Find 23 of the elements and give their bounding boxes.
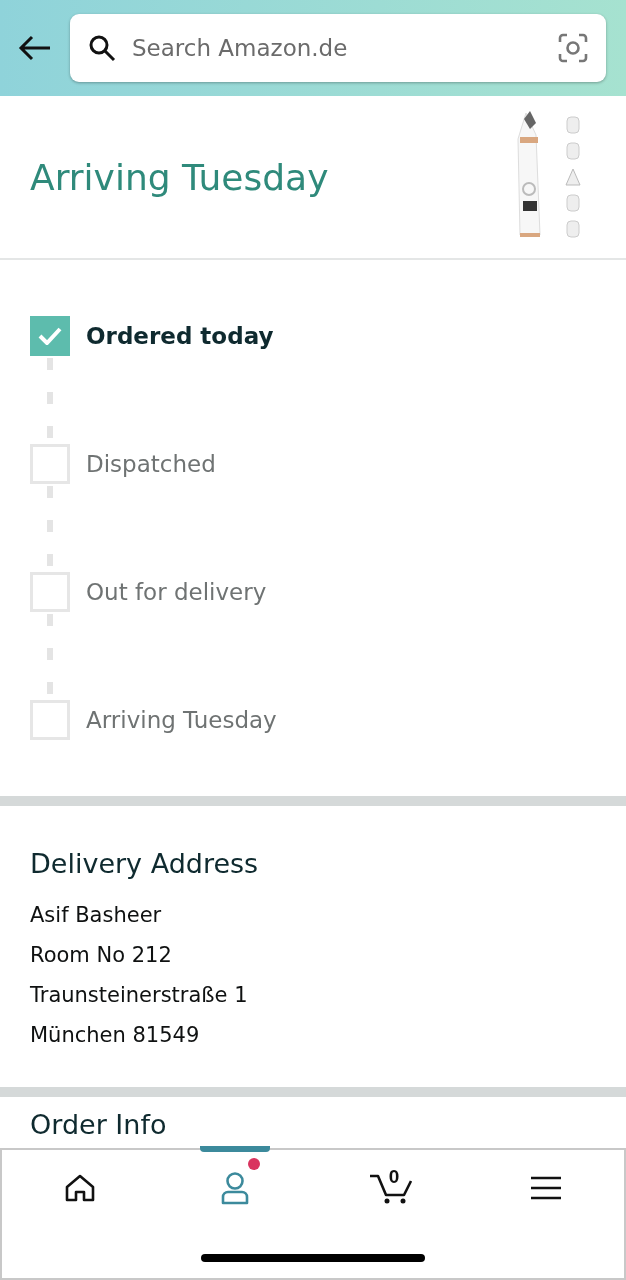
step-label: Arriving Tuesday — [86, 707, 277, 733]
search-field[interactable]: Search Amazon.de — [70, 14, 606, 82]
section-title: Order Info — [30, 1109, 168, 1140]
address-line: Traunsteinerstraße 1 — [30, 982, 249, 1009]
menu-icon — [530, 1176, 563, 1200]
search-input[interactable]: Search Amazon.de — [130, 34, 544, 62]
home-icon — [63, 1173, 96, 1203]
selected-indicator — [200, 1146, 271, 1152]
cart-count: 0 — [388, 1166, 400, 1188]
address-line: Asif Basheer — [30, 902, 163, 929]
address-line: München 81549 — [30, 1022, 201, 1049]
section-title: Delivery Address — [30, 848, 260, 879]
step-label: Dispatched — [86, 451, 216, 477]
step-label: Out for delivery — [86, 579, 267, 605]
step-label: Ordered today — [86, 323, 274, 349]
nav-tab[interactable]: 0 — [313, 1150, 469, 1226]
delivery-heading: Arriving Tuesday — [30, 156, 329, 198]
person-icon — [220, 1171, 251, 1205]
address-line: Room No 212 — [30, 942, 173, 969]
back-arrow-icon[interactable] — [18, 35, 52, 61]
check-icon — [38, 327, 62, 345]
camera-scan-icon[interactable] — [558, 33, 588, 63]
search-icon — [88, 34, 116, 62]
